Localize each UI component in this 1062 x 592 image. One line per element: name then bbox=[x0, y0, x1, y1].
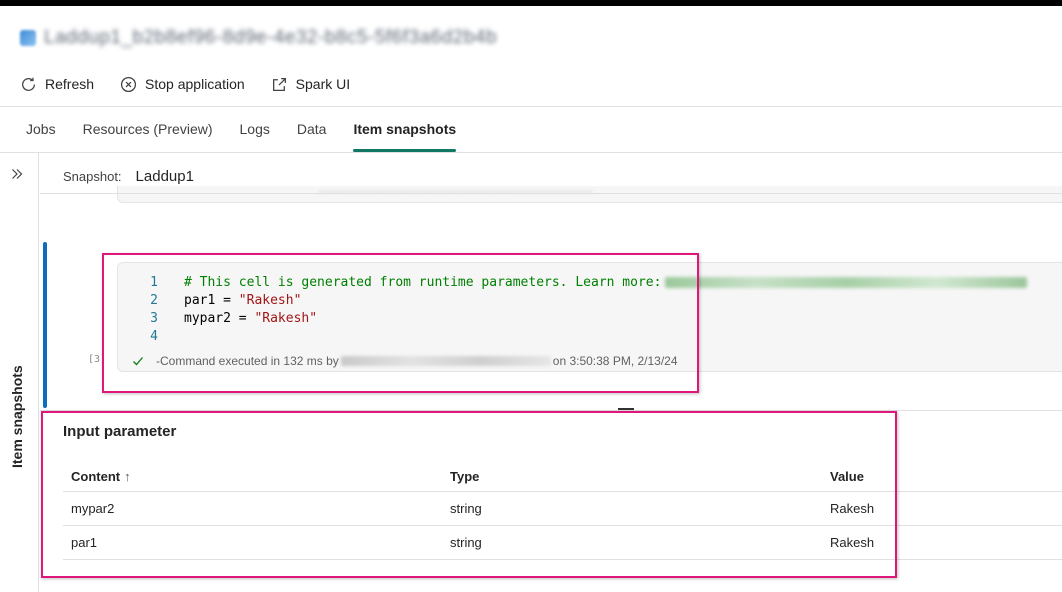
cell-value: Rakesh bbox=[830, 535, 875, 550]
redacted-user bbox=[340, 356, 551, 366]
code-operator: = bbox=[215, 293, 239, 308]
cell-type: string bbox=[450, 535, 482, 550]
code-string: "Rakesh" bbox=[238, 293, 302, 308]
toolbar: Refresh Stop application Spark UI bbox=[20, 72, 350, 96]
tab-logs[interactable]: Logs bbox=[240, 112, 270, 152]
tab-data[interactable]: Data bbox=[297, 112, 327, 152]
line-number: 3 bbox=[150, 311, 158, 326]
code-comment: # This cell is generated from runtime pa… bbox=[184, 275, 662, 290]
table-header: Content ↑ Type Value bbox=[63, 460, 1062, 492]
previous-cell-output: ········································… bbox=[117, 186, 1062, 203]
spark-ui-button[interactable]: Spark UI bbox=[271, 76, 350, 93]
table-row[interactable]: par1 string Rakesh bbox=[63, 526, 1062, 560]
toolbar-divider bbox=[0, 106, 1062, 107]
table-row[interactable]: mypar2 string Rakesh bbox=[63, 492, 1062, 526]
tab-resources[interactable]: Resources (Preview) bbox=[83, 112, 213, 152]
cell-content: par1 bbox=[71, 535, 98, 550]
side-panel-rail: Item snapshots bbox=[0, 153, 39, 592]
input-parameter-title: Input parameter bbox=[63, 423, 177, 440]
line-number: 1 bbox=[150, 275, 158, 290]
app-icon bbox=[20, 30, 36, 46]
refresh-button[interactable]: Refresh bbox=[20, 76, 94, 93]
cell-type: string bbox=[450, 501, 482, 516]
code-variable: mypar2 bbox=[184, 311, 231, 326]
tab-bar: Jobs Resources (Preview) Logs Data Item … bbox=[26, 112, 456, 152]
status-suffix: on 3:50:38 PM, 2/13/24 bbox=[552, 354, 678, 368]
spark-ui-label: Spark UI bbox=[295, 76, 351, 92]
column-header-value[interactable]: Value bbox=[830, 469, 864, 484]
refresh-icon bbox=[22, 77, 35, 91]
code-variable: par1 bbox=[184, 293, 216, 308]
line-content: mypar2 = "Rakesh" bbox=[184, 311, 317, 326]
execution-count: [3] bbox=[88, 354, 107, 365]
cell-selection-bar bbox=[43, 242, 47, 408]
line-content: par1 = "Rakesh" bbox=[184, 293, 301, 308]
tabs-divider bbox=[0, 152, 1062, 153]
column-header-type[interactable]: Type bbox=[450, 469, 479, 484]
cell-value: Rakesh bbox=[830, 501, 875, 516]
cell-status: -Command executed in 132 ms by on 3:50:3… bbox=[131, 353, 678, 369]
code-line: 3 mypar2 = "Rakesh" bbox=[118, 311, 1062, 329]
external-link-icon bbox=[272, 77, 286, 91]
status-prefix: -Command executed in 132 ms by bbox=[156, 354, 339, 368]
snapshot-label: Snapshot: bbox=[63, 168, 122, 184]
stop-application-button[interactable]: Stop application bbox=[120, 76, 245, 93]
tab-item-snapshots[interactable]: Item snapshots bbox=[353, 112, 456, 152]
line-content: # This cell is generated from runtime pa… bbox=[184, 275, 1028, 290]
snapshot-value: Laddup1 bbox=[135, 167, 194, 185]
refresh-label: Refresh bbox=[45, 76, 95, 92]
line-number: 2 bbox=[150, 293, 158, 308]
expand-chevron-icon[interactable] bbox=[10, 167, 24, 181]
redacted-output: ········································… bbox=[318, 186, 593, 198]
window-top-border bbox=[0, 0, 1062, 6]
panel-divider bbox=[40, 410, 1062, 411]
tab-jobs[interactable]: Jobs bbox=[26, 112, 56, 152]
stop-application-label: Stop application bbox=[145, 76, 245, 92]
title-row: Laddup1_b2b8ef96-8d9e-4e32-b8c5-5f6f3a6d… bbox=[20, 26, 497, 50]
snapshot-row: Snapshot: Laddup1 bbox=[63, 166, 194, 186]
cell-content: mypar2 bbox=[71, 501, 115, 516]
side-panel-label[interactable]: Item snapshots bbox=[9, 365, 25, 468]
code-line: 1 # This cell is generated from runtime … bbox=[118, 275, 1062, 293]
code-line: 4 bbox=[118, 329, 1062, 347]
code-operator: = bbox=[230, 311, 255, 326]
stop-circle-icon bbox=[120, 76, 137, 92]
column-header-content[interactable]: Content ↑ bbox=[71, 469, 131, 484]
line-number: 4 bbox=[150, 329, 158, 344]
redacted-link bbox=[665, 277, 1028, 288]
window-title: Laddup1_b2b8ef96-8d9e-4e32-b8c5-5f6f3a6d… bbox=[44, 27, 498, 48]
check-icon bbox=[133, 357, 143, 366]
column-header-content-label: Content bbox=[71, 469, 121, 484]
snapshot-divider bbox=[40, 193, 1062, 194]
code-line: 2 par1 = "Rakesh" bbox=[118, 293, 1062, 311]
code-string: "Rakesh" bbox=[254, 311, 318, 326]
sort-ascending-icon: ↑ bbox=[124, 469, 131, 484]
